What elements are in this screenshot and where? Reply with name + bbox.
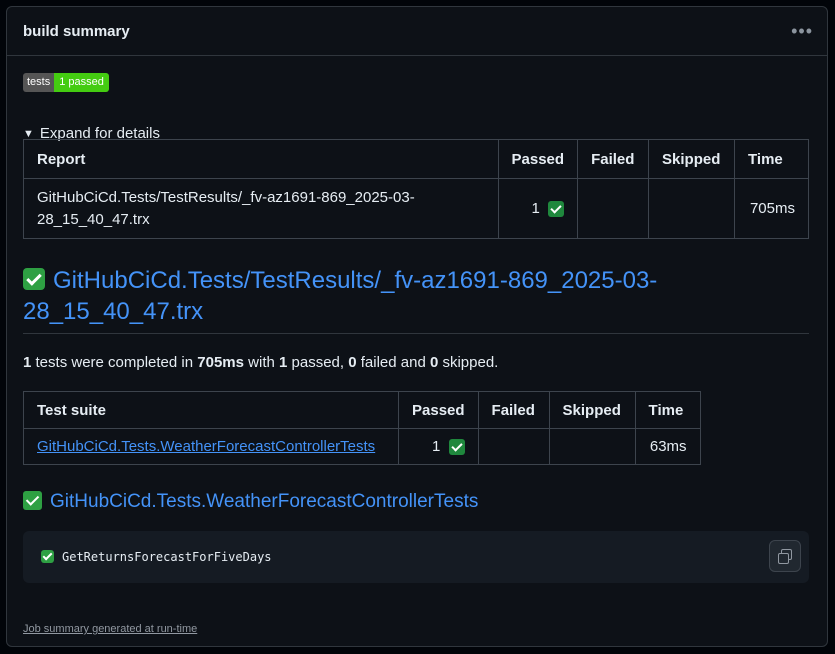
- suite-heading: GitHubCiCd.Tests.WeatherForecastControll…: [23, 491, 478, 513]
- column-header-skipped: Skipped: [548, 391, 636, 429]
- copy-icon-front: [778, 553, 789, 564]
- copy-button[interactable]: [769, 540, 801, 572]
- test-case-name: GetReturnsForecastForFiveDays: [62, 550, 272, 564]
- skipped-cell: [648, 178, 736, 239]
- column-header-time: Time: [634, 391, 701, 429]
- column-header-failed: Failed: [577, 139, 650, 179]
- check-icon: [23, 491, 42, 510]
- skipped-cell: [548, 428, 636, 465]
- failed-count: 0: [348, 354, 357, 371]
- summary-text: with: [243, 354, 279, 371]
- result-summary-text: 1 tests were completed in 705ms with 1 p…: [23, 354, 498, 371]
- build-summary-card: build summary ••• tests 1 passed ▼ Expand…: [6, 6, 828, 647]
- badge-value: 1 passed: [54, 73, 109, 92]
- column-header-time: Time: [734, 139, 809, 179]
- result-heading: GitHubCiCd.Tests/TestResults/_fv-az1691-…: [23, 265, 809, 334]
- report-table: Report Passed Failed Skipped Time GitHub…: [23, 139, 809, 239]
- column-header-passed: Passed: [398, 391, 479, 429]
- duration: 705ms: [197, 354, 244, 371]
- check-icon: [448, 439, 465, 456]
- badge-label: tests: [23, 73, 55, 92]
- column-header-failed: Failed: [477, 391, 550, 429]
- kebab-horizontal-icon[interactable]: •••: [791, 21, 813, 42]
- suite-cell: GitHubCiCd.Tests.WeatherForecastControll…: [23, 428, 399, 465]
- failed-cell: [477, 428, 550, 465]
- test-case-item: GetReturnsForecastForFiveDays: [41, 550, 272, 564]
- column-header-report: Report: [23, 139, 499, 179]
- table-row: GitHubCiCd.Tests.WeatherForecastControll…: [23, 428, 701, 465]
- check-icon: [23, 268, 45, 290]
- card-header: build summary •••: [7, 7, 827, 56]
- footer-link[interactable]: Job summary generated at run-time: [23, 623, 197, 635]
- tests-badge: tests 1 passed: [23, 73, 109, 92]
- column-header-passed: Passed: [497, 139, 579, 179]
- check-icon: [41, 550, 54, 563]
- failed-cell: [577, 178, 650, 239]
- test-case-code-block: GetReturnsForecastForFiveDays: [23, 531, 809, 583]
- summary-text: passed,: [287, 354, 349, 371]
- time-cell: 705ms: [734, 178, 809, 239]
- column-header-suite: Test suite: [23, 391, 399, 429]
- suite-heading-text: GitHubCiCd.Tests.WeatherForecastControll…: [50, 491, 479, 512]
- passed-cell: 1: [398, 428, 479, 465]
- suite-link[interactable]: GitHubCiCd.Tests.WeatherForecastControll…: [37, 438, 375, 455]
- check-icon: [548, 200, 565, 217]
- table-row: GitHubCiCd.Tests/TestResults/_fv-az1691-…: [23, 178, 809, 239]
- summary-text: tests were completed in: [31, 354, 198, 371]
- table-header-row: Test suite Passed Failed Skipped Time: [23, 391, 701, 429]
- result-heading-text: GitHubCiCd.Tests/TestResults/_fv-az1691-…: [23, 267, 658, 325]
- summary-text: failed and: [356, 354, 430, 371]
- suite-table: Test suite Passed Failed Skipped Time Gi…: [23, 391, 701, 465]
- card-title: build summary: [23, 22, 130, 40]
- column-header-skipped: Skipped: [648, 139, 736, 179]
- time-cell: 63ms: [634, 428, 701, 465]
- report-cell: GitHubCiCd.Tests/TestResults/_fv-az1691-…: [23, 178, 499, 239]
- table-header-row: Report Passed Failed Skipped Time: [23, 139, 809, 179]
- passed-count: 1: [432, 437, 441, 455]
- passed-cell: 1: [497, 178, 579, 239]
- summary-text: skipped.: [438, 354, 499, 371]
- passed-count: 1: [531, 199, 540, 217]
